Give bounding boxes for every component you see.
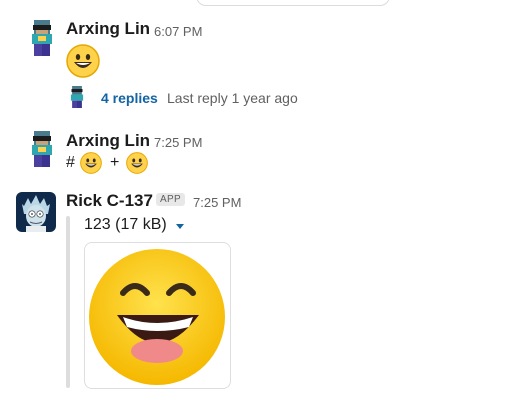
last-reply-text: Last reply 1 year ago	[167, 90, 298, 106]
author-name[interactable]: Arxing Lin	[66, 19, 150, 39]
grinning-face-icon	[80, 152, 102, 174]
message-time[interactable]: 7:25 PM	[154, 135, 202, 150]
message-prefix: #	[66, 154, 75, 171]
file-image-card[interactable]	[84, 242, 231, 389]
author-name[interactable]: Arxing Lin	[66, 131, 150, 151]
message-time[interactable]: 6:07 PM	[154, 24, 202, 39]
file-title[interactable]: 123 (17 kB)	[84, 216, 167, 234]
app-badge: APP	[156, 193, 185, 206]
thread-reply-avatar	[70, 86, 84, 108]
chevron-down-icon[interactable]	[176, 224, 184, 229]
message-time[interactable]: 7:25 PM	[193, 195, 241, 210]
laughing-face-icon	[89, 249, 225, 385]
grinning-face-icon	[66, 44, 100, 78]
message-joiner: +	[110, 154, 120, 171]
grinning-face-icon	[126, 152, 148, 174]
author-name[interactable]: Rick C-137	[66, 191, 153, 211]
thread-replies-link[interactable]: 4 replies	[101, 90, 158, 106]
attachment-bar	[66, 216, 70, 388]
user-avatar[interactable]	[24, 131, 60, 167]
user-avatar[interactable]	[24, 20, 60, 56]
search-bar-fragment[interactable]	[196, 0, 390, 6]
app-avatar[interactable]	[16, 192, 56, 232]
